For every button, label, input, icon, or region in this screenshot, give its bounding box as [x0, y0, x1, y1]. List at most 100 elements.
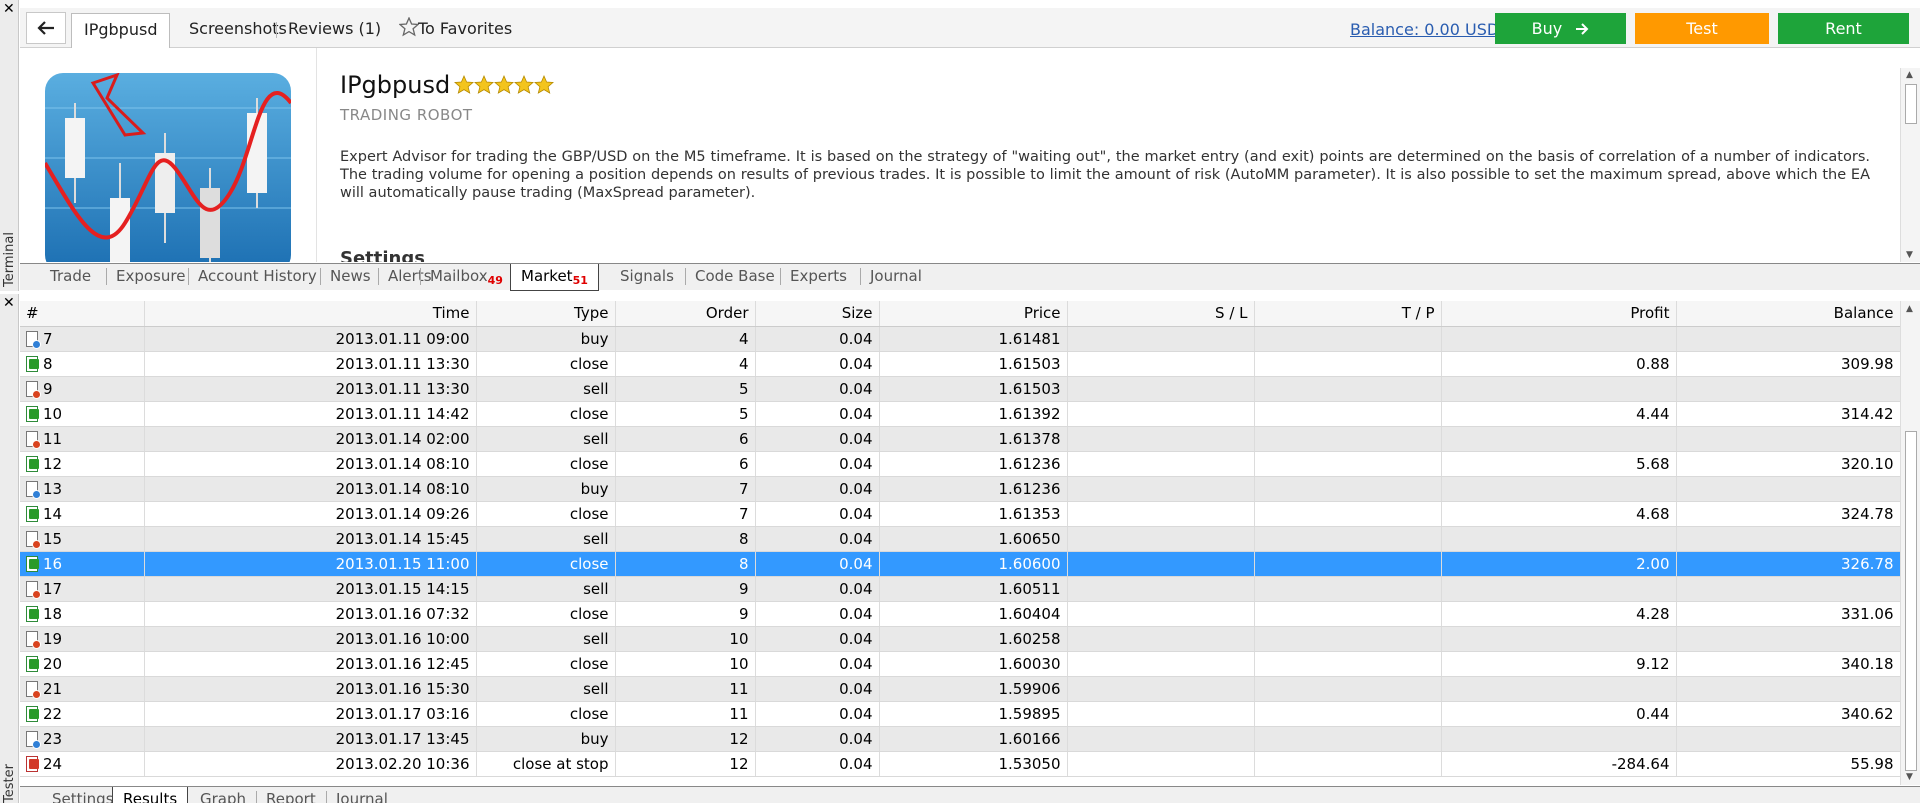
- scroll-up-icon[interactable]: ▲: [1906, 70, 1913, 80]
- tab-terminal-exposure[interactable]: Exposure: [106, 264, 195, 289]
- column-header[interactable]: Size: [755, 301, 880, 327]
- tab-terminal-code-base[interactable]: Code Base: [685, 264, 785, 289]
- table-header-row: # Time Type Order Size Price S / LT / P Profit B…: [20, 301, 1900, 327]
- product-subtitle: TRADING ROBOT: [340, 106, 473, 124]
- tab-tester-results[interactable]: Results: [112, 787, 189, 803]
- back-button[interactable]: [26, 12, 66, 44]
- cell-order: 8: [615, 526, 756, 552]
- table-row[interactable]: 12 2013.01.14 08:10 close 6 0.04 1.61236 5.68 3…: [20, 451, 1900, 477]
- tab-to-favorites[interactable]: To Favorites: [412, 13, 524, 44]
- cell-n: 11: [20, 426, 145, 452]
- table-row[interactable]: 23 2013.01.17 13:45 buy 12 0.04 1.60166: [20, 726, 1900, 752]
- cell-type: sell: [476, 626, 616, 652]
- cell-type: close: [476, 401, 616, 427]
- product-scrollbar[interactable]: ▲ ▼: [1900, 68, 1920, 262]
- column-header[interactable]: Time: [144, 301, 477, 327]
- column-header[interactable]: T / P: [1254, 301, 1442, 327]
- results-scrollbar[interactable]: ▲ ▼: [1900, 301, 1920, 785]
- tab-terminal-journal[interactable]: Journal: [860, 264, 932, 289]
- tester-dock-strip: ✕ Tester: [0, 294, 19, 803]
- cell-price: 1.61236: [879, 451, 1068, 477]
- tab-terminal-market[interactable]: Market51: [510, 264, 599, 291]
- cell-n: 22: [20, 701, 145, 727]
- close-tester-icon[interactable]: ✕: [3, 296, 15, 310]
- column-header[interactable]: #: [20, 301, 145, 327]
- tab-product[interactable]: IPgbpusd: [71, 13, 171, 48]
- buy-button[interactable]: Buy: [1495, 13, 1626, 44]
- rent-button[interactable]: Rent: [1778, 13, 1909, 44]
- column-header[interactable]: Price: [879, 301, 1068, 327]
- cell-size: 0.04: [755, 326, 880, 352]
- tab-tester-graph[interactable]: Graph: [190, 787, 256, 803]
- cell-price: 1.61481: [879, 326, 1068, 352]
- cell-balance: 314.42: [1676, 401, 1900, 427]
- cell-n: 23: [20, 726, 145, 752]
- test-button[interactable]: Test: [1635, 13, 1769, 44]
- table-row[interactable]: 20 2013.01.16 12:45 close 10 0.04 1.60030 9.12…: [20, 651, 1900, 677]
- cell-time: 2013.01.16 15:30: [144, 676, 477, 702]
- table-row[interactable]: 14 2013.01.14 09:26 close 7 0.04 1.61353 4.68 3…: [20, 501, 1900, 527]
- cell-balance: 340.62: [1676, 701, 1900, 727]
- tab-label: Account History: [198, 267, 317, 285]
- results-scroll-thumb[interactable]: [1905, 431, 1917, 771]
- cell-time: 2013.01.14 09:26: [144, 501, 477, 527]
- table-row[interactable]: 24 2013.02.20 10:36 close at stop 12 0.04 1.5…: [20, 751, 1900, 777]
- tab-tester-journal[interactable]: Journal: [326, 787, 398, 803]
- column-header[interactable]: Balance: [1676, 301, 1900, 327]
- cell-tp: [1254, 451, 1442, 477]
- tab-terminal-news[interactable]: News: [320, 264, 381, 289]
- cell-size: 0.04: [755, 451, 880, 477]
- cell-order: 6: [615, 451, 756, 477]
- cell-size: 0.04: [755, 626, 880, 652]
- scroll-thumb[interactable]: [1905, 84, 1917, 124]
- column-header[interactable]: Order: [615, 301, 756, 327]
- row-number: 23: [43, 729, 63, 748]
- column-header[interactable]: Type: [476, 301, 616, 327]
- close-terminal-icon[interactable]: ✕: [3, 2, 15, 16]
- table-row[interactable]: 18 2013.01.16 07:32 close 9 0.04 1.60404 4.28 3…: [20, 601, 1900, 627]
- cell-order: 10: [615, 626, 756, 652]
- tab-tester-report[interactable]: Report: [256, 787, 326, 803]
- tab-terminal-trade[interactable]: Trade: [40, 264, 101, 289]
- table-row[interactable]: 17 2013.01.15 14:15 sell 9 0.04 1.60511: [20, 576, 1900, 602]
- row-number: 10: [43, 404, 63, 423]
- table-row[interactable]: 9 2013.01.11 13:30 sell 5 0.04 1.61503: [20, 376, 1900, 402]
- results-scroll-down-icon[interactable]: ▼: [1906, 772, 1913, 782]
- tab-terminal-signals[interactable]: Signals: [610, 264, 684, 289]
- table-row[interactable]: 19 2013.01.16 10:00 sell 10 0.04 1.60258: [20, 626, 1900, 652]
- results-scroll-up-icon[interactable]: ▲: [1906, 304, 1913, 314]
- cell-size: 0.04: [755, 651, 880, 677]
- table-row[interactable]: 22 2013.01.17 03:16 close 11 0.04 1.59895 0.44…: [20, 701, 1900, 727]
- cell-order: 9: [615, 576, 756, 602]
- order-sell-icon: [26, 581, 41, 599]
- table-row[interactable]: 11 2013.01.14 02:00 sell 6 0.04 1.61378: [20, 426, 1900, 452]
- cell-order: 6: [615, 426, 756, 452]
- table-row[interactable]: 8 2013.01.11 13:30 close 4 0.04 1.61503 0.88 30…: [20, 351, 1900, 377]
- tab-reviews[interactable]: Reviews (1): [276, 13, 393, 44]
- row-number: 13: [43, 479, 63, 498]
- table-row[interactable]: 16 2013.01.15 11:00 close 8 0.04 1.60600 2.00 3…: [20, 551, 1900, 577]
- cell-time: 2013.01.17 03:16: [144, 701, 477, 727]
- cell-size: 0.04: [755, 501, 880, 527]
- cell-order: 12: [615, 726, 756, 752]
- column-header[interactable]: Profit: [1441, 301, 1677, 327]
- cell-sl: [1067, 476, 1255, 502]
- tab-label: Mailbox: [430, 267, 488, 285]
- table-row[interactable]: 21 2013.01.16 15:30 sell 11 0.04 1.59906: [20, 676, 1900, 702]
- tab-terminal-experts[interactable]: Experts: [780, 264, 857, 289]
- column-header[interactable]: S / L: [1067, 301, 1255, 327]
- terminal-label: Terminal: [2, 232, 17, 287]
- cell-type: buy: [476, 726, 616, 752]
- table-row[interactable]: 15 2013.01.14 15:45 sell 8 0.04 1.60650: [20, 526, 1900, 552]
- scroll-down-icon[interactable]: ▼: [1906, 250, 1913, 260]
- table-row[interactable]: 10 2013.01.11 14:42 close 5 0.04 1.61392 4.44 3…: [20, 401, 1900, 427]
- tab-terminal-mailbox[interactable]: Mailbox49: [420, 264, 513, 289]
- cell-tp: [1254, 476, 1442, 502]
- order-sell-icon: [26, 431, 41, 449]
- balance-link[interactable]: Balance: 0.00 USD: [1350, 20, 1499, 39]
- table-row[interactable]: 7 2013.01.11 09:00 buy 4 0.04 1.61481: [20, 326, 1900, 352]
- table-row[interactable]: 13 2013.01.14 08:10 buy 7 0.04 1.61236: [20, 476, 1900, 502]
- tab-label: Signals: [620, 267, 674, 285]
- cell-profit: 0.88: [1441, 351, 1677, 377]
- tab-terminal-account-history[interactable]: Account History: [188, 264, 327, 289]
